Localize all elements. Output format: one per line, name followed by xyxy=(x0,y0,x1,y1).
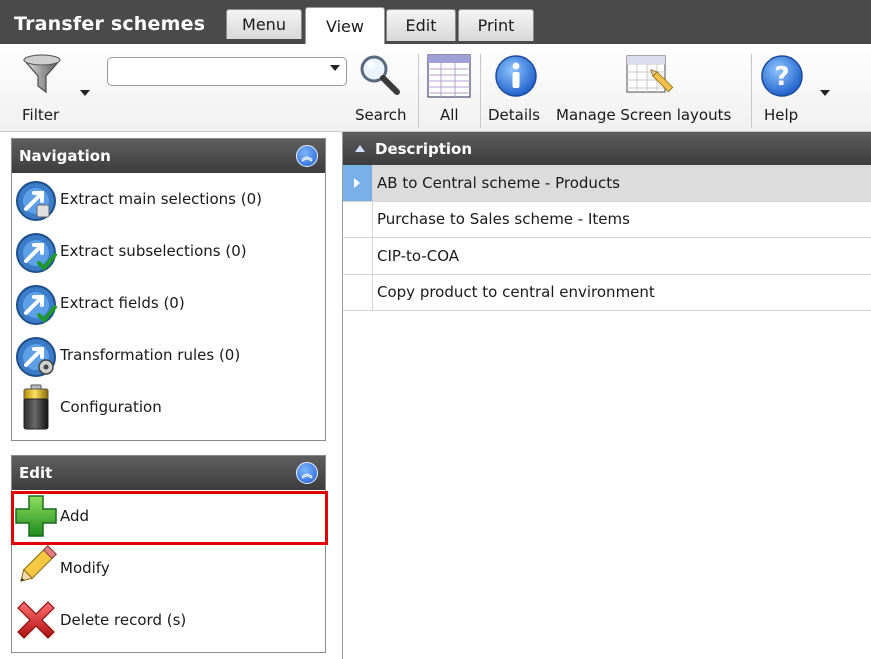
row-description: Purchase to Sales scheme - Items xyxy=(377,210,630,229)
sort-ascending-icon xyxy=(355,145,365,152)
table-row[interactable]: CIP-to-COA xyxy=(343,238,871,275)
collapse-navigation-button[interactable]: ︽ xyxy=(296,145,318,167)
app-title: Transfer schemes xyxy=(14,13,206,35)
extract-fields-icon xyxy=(12,279,60,327)
help-question-icon: ? xyxy=(761,55,803,97)
combobox-dropdown-arrow[interactable] xyxy=(330,65,340,71)
plus-icon xyxy=(12,492,60,540)
edit-panel: Edit ︽ Add Modify Delete record (s) xyxy=(11,455,326,653)
table-row[interactable]: Purchase to Sales scheme - Items xyxy=(343,201,871,238)
nav-item-extract-subselections[interactable]: Extract subselections (0) xyxy=(12,225,325,277)
delete-record-label: Delete record (s) xyxy=(60,611,187,629)
magnifier-icon xyxy=(360,55,400,95)
delete-x-icon xyxy=(12,596,60,644)
layout-edit-icon xyxy=(626,55,674,93)
navigation-panel-header: Navigation ︽ xyxy=(12,139,325,173)
row-selector[interactable] xyxy=(343,274,373,310)
navigation-panel-title: Navigation xyxy=(19,147,111,165)
chevron-up-icon: ︽ xyxy=(301,466,313,480)
row-selector[interactable] xyxy=(343,165,373,201)
description-column-label: Description xyxy=(375,139,473,158)
all-label: All xyxy=(440,106,459,124)
edit-panel-header: Edit ︽ xyxy=(12,456,325,490)
title-bar: Transfer schemes Menu View Edit Print xyxy=(0,0,871,44)
help-dropdown-arrow[interactable] xyxy=(820,90,830,96)
help-label: Help xyxy=(764,106,799,124)
navigation-panel: Navigation ︽ Extract main selections (0)… xyxy=(11,138,326,441)
nav-item-extract-main-selections[interactable]: Extract main selections (0) xyxy=(12,173,325,225)
transformation-rules-icon xyxy=(12,331,60,379)
details-label: Details xyxy=(488,106,541,124)
pencil-icon xyxy=(12,544,60,592)
manage-screen-layouts-label: Manage Screen layouts xyxy=(556,106,732,124)
delete-record-button[interactable]: Delete record (s) xyxy=(12,594,325,646)
table-row[interactable]: AB to Central scheme - Products xyxy=(343,165,871,202)
details-button[interactable]: Details xyxy=(484,48,548,128)
help-button[interactable]: ? Help xyxy=(756,48,836,128)
add-label: Add xyxy=(60,507,90,525)
row-selector[interactable] xyxy=(343,201,373,237)
search-combobox[interactable] xyxy=(107,57,347,86)
ribbon-toolbar: Filter Search All Details Manage Screen … xyxy=(0,44,871,132)
extract-subselections-icon xyxy=(12,227,60,275)
table-row[interactable]: Copy product to central environment xyxy=(343,274,871,311)
row-description: CIP-to-COA xyxy=(377,246,460,265)
filter-label: Filter xyxy=(22,106,60,124)
add-button[interactable]: Add xyxy=(12,490,325,542)
nav-item-label: Extract subselections (0) xyxy=(60,242,247,260)
nav-item-extract-fields[interactable]: Extract fields (0) xyxy=(12,277,325,329)
nav-item-transformation-rules[interactable]: Transformation rules (0) xyxy=(12,329,325,381)
row-description: Copy product to central environment xyxy=(377,283,655,302)
tab-edit[interactable]: Edit xyxy=(386,9,456,41)
nav-item-label: Extract fields (0) xyxy=(60,294,185,312)
modify-button[interactable]: Modify xyxy=(12,542,325,594)
all-button[interactable]: All xyxy=(423,48,475,128)
search-label: Search xyxy=(355,106,407,124)
extract-main-selections-icon xyxy=(12,175,60,223)
tab-view[interactable]: View xyxy=(305,7,385,44)
tab-print[interactable]: Print xyxy=(458,9,534,41)
records-grid: Description AB to Central scheme - Produ… xyxy=(343,132,871,659)
nav-item-configuration[interactable]: Configuration xyxy=(12,381,325,433)
ribbon-separator xyxy=(418,54,419,128)
edit-panel-title: Edit xyxy=(19,464,53,482)
chevron-up-icon: ︽ xyxy=(301,149,313,163)
info-icon xyxy=(495,55,537,97)
funnel-icon xyxy=(23,54,61,94)
collapse-edit-button[interactable]: ︽ xyxy=(296,462,318,484)
modify-label: Modify xyxy=(60,559,110,577)
filter-button[interactable]: Filter xyxy=(12,48,96,128)
search-button[interactable]: Search xyxy=(352,48,412,128)
nav-item-label: Extract main selections (0) xyxy=(60,190,262,208)
nav-item-label: Configuration xyxy=(60,398,162,416)
row-selector[interactable] xyxy=(343,238,373,274)
nav-item-label: Transformation rules (0) xyxy=(60,346,241,364)
battery-icon xyxy=(12,383,60,431)
table-grid-icon xyxy=(427,54,471,98)
ribbon-separator xyxy=(751,54,752,128)
tab-menu[interactable]: Menu xyxy=(226,9,302,39)
row-description: AB to Central scheme - Products xyxy=(377,173,620,192)
description-column-header[interactable]: Description xyxy=(343,132,871,165)
svg-text:?: ? xyxy=(774,62,789,92)
ribbon-separator xyxy=(480,54,481,128)
filter-dropdown-arrow[interactable] xyxy=(80,90,90,96)
manage-screen-layouts-button[interactable]: Manage Screen layouts xyxy=(553,48,747,128)
